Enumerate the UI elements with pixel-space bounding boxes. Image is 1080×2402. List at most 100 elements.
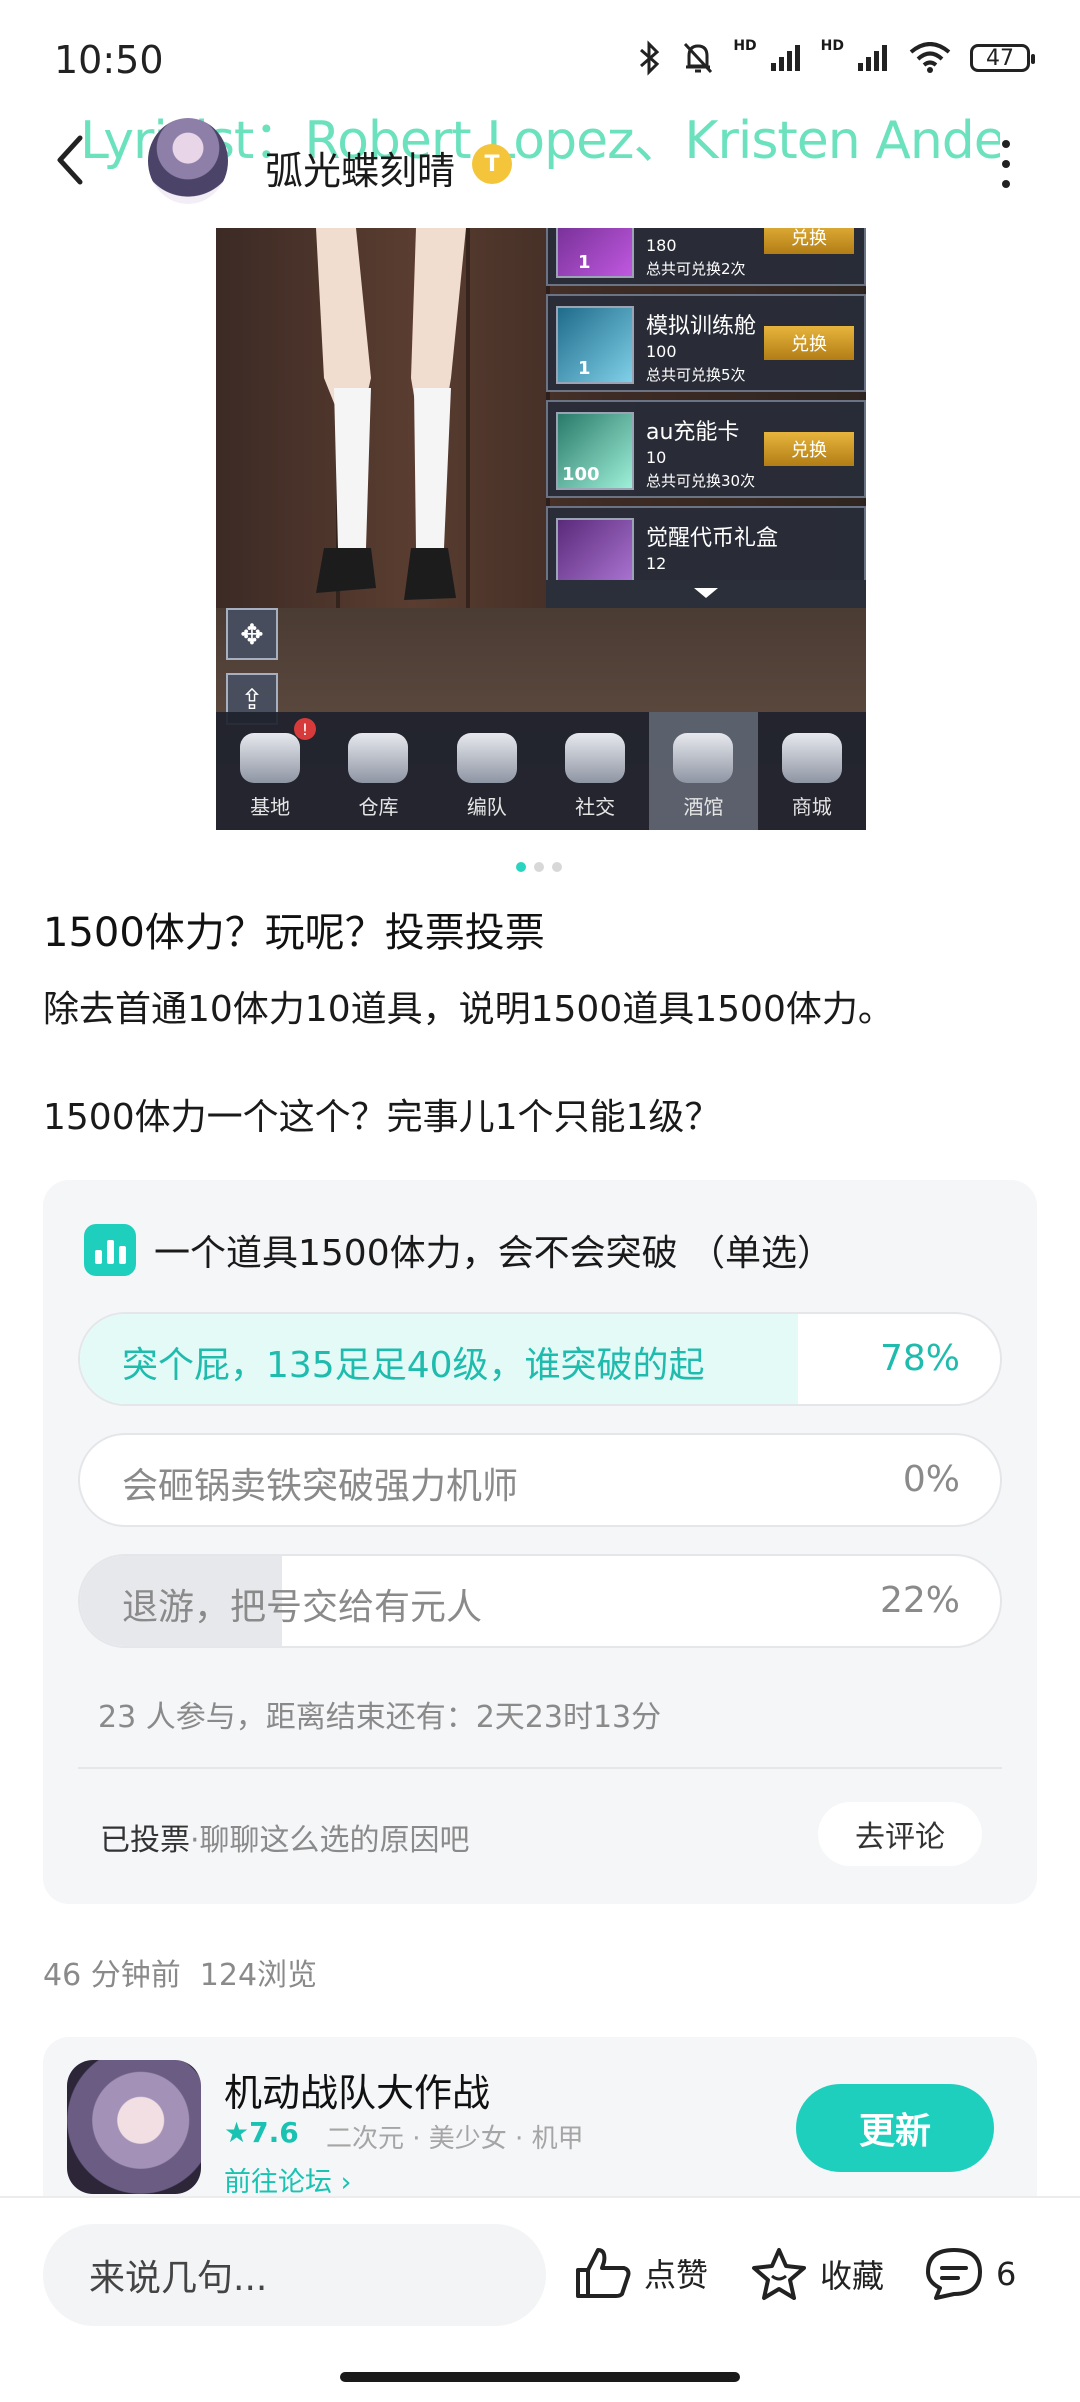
poll-option-label: 退游，把号交给有元人 xyxy=(122,1587,483,1628)
nav-label: 酒馆 xyxy=(683,795,724,819)
forum-link-label: 前往论坛 xyxy=(224,2167,332,2198)
beer-icon xyxy=(673,733,734,783)
exchange-button[interactable]: 兑换 xyxy=(764,326,854,360)
game-tags: 二次元 · 美少女 · 机甲 xyxy=(326,2124,584,2154)
star-outline-icon xyxy=(752,2248,806,2300)
like-button[interactable]: 点赞 xyxy=(574,2246,708,2300)
base-icon xyxy=(240,733,301,783)
poll-chart-icon xyxy=(84,1224,136,1276)
post-image[interactable]: 1 180 总共可兑换2次 兑换 1 模拟训练舱 100 总共可兑换5次 兑换 … xyxy=(216,228,866,830)
favorite-label: 收藏 xyxy=(820,2257,885,2295)
carousel-indicator xyxy=(516,862,562,872)
comments-button[interactable]: 6 xyxy=(924,2246,1016,2302)
status-time: 10:50 xyxy=(54,38,164,82)
character-legs-figure xyxy=(316,228,466,600)
poll-option[interactable]: 会砸锅卖铁突破强力机师 0% xyxy=(78,1433,1002,1527)
comment-count: 6 xyxy=(996,2255,1017,2293)
nav-label: 仓库 xyxy=(358,795,399,819)
user-level-badge: T xyxy=(472,144,512,184)
scroll-down-icon[interactable] xyxy=(546,580,866,608)
game-nav-social[interactable]: 社交 xyxy=(541,712,649,830)
poll-option[interactable]: 退游，把号交给有元人 22% xyxy=(78,1554,1002,1648)
game-app-icon[interactable] xyxy=(67,2060,201,2194)
item-limit: 总共可兑换30次 xyxy=(646,472,756,490)
shop-item[interactable]: 1 模拟训练舱 100 总共可兑换5次 兑换 xyxy=(546,294,866,392)
nav-label: 社交 xyxy=(575,795,616,819)
rating-value: 7.6 xyxy=(249,2116,299,2149)
alert-badge: ! xyxy=(294,718,316,740)
handshake-icon xyxy=(565,733,626,783)
game-nav-bar: 基地! 仓库 编队 社交 酒馆 商城 xyxy=(216,712,866,830)
shop-icon xyxy=(781,733,842,783)
poll-option-label: 突个屁，135足足40级，谁突破的起 xyxy=(122,1345,705,1386)
go-comment-button[interactable]: 去评论 xyxy=(818,1802,982,1866)
post-body-line: 除去首通10体力10道具，说明1500道具1500体力。 xyxy=(43,989,894,1030)
forum-link[interactable]: 前往论坛 › xyxy=(224,2160,351,2199)
item-limit: 总共可兑换5次 xyxy=(646,366,746,384)
poll-option-percent: 22% xyxy=(879,1580,960,1621)
team-icon xyxy=(456,733,517,783)
item-cost: 10 xyxy=(646,448,667,467)
shop-item[interactable]: 1 180 总共可兑换2次 兑换 xyxy=(546,228,866,286)
item-name: au充能卡 xyxy=(646,420,740,445)
post-views: 124浏览 xyxy=(199,1958,318,1993)
like-label: 点赞 xyxy=(644,2256,709,2294)
shop-list: 1 180 总共可兑换2次 兑换 1 模拟训练舱 100 总共可兑换5次 兑换 … xyxy=(536,228,866,608)
comment-input[interactable]: 来说几句... xyxy=(43,2224,546,2326)
shop-item[interactable]: 100 au充能卡 10 总共可兑换30次 兑换 xyxy=(546,400,866,498)
game-nav-team[interactable]: 编队 xyxy=(433,712,541,830)
game-nav-tavern[interactable]: 酒馆 xyxy=(649,712,758,830)
warehouse-icon xyxy=(348,733,409,783)
nav-label: 商城 xyxy=(791,795,832,819)
item-name: 模拟训练舱 xyxy=(646,314,757,339)
game-name[interactable]: 机动战队大作战 xyxy=(224,2062,490,2117)
update-button[interactable]: 更新 xyxy=(796,2084,994,2172)
voted-hint: ·聊聊这么选的原因吧 xyxy=(190,1823,470,1858)
back-arrow-icon[interactable] xyxy=(50,130,90,190)
item-cost: 12 xyxy=(646,554,667,573)
poll-question: 一个道具1500体力，会不会突破 （单选） xyxy=(154,1233,834,1274)
exchange-button[interactable]: 兑换 xyxy=(764,432,854,466)
poll-option-percent: 0% xyxy=(902,1459,960,1500)
poll-option-label: 会砸锅卖铁突破强力机师 xyxy=(122,1466,519,1507)
battery-indicator: 47 xyxy=(970,44,1035,72)
mute-bell-icon xyxy=(684,42,713,74)
item-cost: 100 xyxy=(646,342,677,361)
hd-label-2: HD xyxy=(820,38,844,54)
post-time: 46 分钟前 xyxy=(43,1958,181,1993)
item-quantity: 1 xyxy=(578,252,591,273)
divider xyxy=(78,1767,1002,1769)
exchange-button[interactable]: 兑换 xyxy=(764,228,854,254)
item-limit: 总共可兑换2次 xyxy=(646,260,746,278)
voted-status: 已投票·聊聊这么选的原因吧 xyxy=(100,1815,470,1859)
carousel-dot xyxy=(516,862,526,872)
game-nav-warehouse[interactable]: 仓库 xyxy=(324,712,432,830)
poll-option-percent: 78% xyxy=(879,1338,960,1379)
item-quantity: 1 xyxy=(578,358,591,379)
post-title: 1500体力？玩呢？投票投票 xyxy=(43,910,545,956)
item-thumbnail xyxy=(556,306,634,384)
user-name[interactable]: 弧光蝶刻晴 xyxy=(265,140,455,195)
carousel-dot xyxy=(552,862,562,872)
comment-bubble-icon xyxy=(926,2248,982,2300)
carousel-dot xyxy=(534,862,544,872)
item-quantity: 100 xyxy=(562,464,600,485)
chevron-right-icon: › xyxy=(340,2167,352,2198)
star-icon: ★ xyxy=(224,2116,250,2149)
item-thumbnail xyxy=(556,228,634,278)
post-meta: 46 分钟前 124浏览 xyxy=(43,1950,317,1994)
game-nav-shop[interactable]: 商城 xyxy=(758,712,866,830)
item-name: 觉醒代币礼盒 xyxy=(646,526,779,551)
user-avatar[interactable] xyxy=(148,118,228,204)
hd-label: HD xyxy=(733,38,757,54)
wifi-icon xyxy=(909,42,951,73)
status-icons: HD HD 47 xyxy=(637,38,1035,76)
poll-option[interactable]: 突个屁，135足足40级，谁突破的起 78% xyxy=(78,1312,1002,1406)
more-options-icon[interactable] xyxy=(996,140,1016,188)
item-cost: 180 xyxy=(646,236,677,255)
favorite-button[interactable]: 收藏 xyxy=(750,2246,884,2302)
home-indicator[interactable] xyxy=(340,2372,740,2382)
signal-icon-2 xyxy=(858,45,887,71)
game-nav-base[interactable]: 基地! xyxy=(216,712,324,830)
move-icon[interactable]: ✥ xyxy=(226,608,278,660)
